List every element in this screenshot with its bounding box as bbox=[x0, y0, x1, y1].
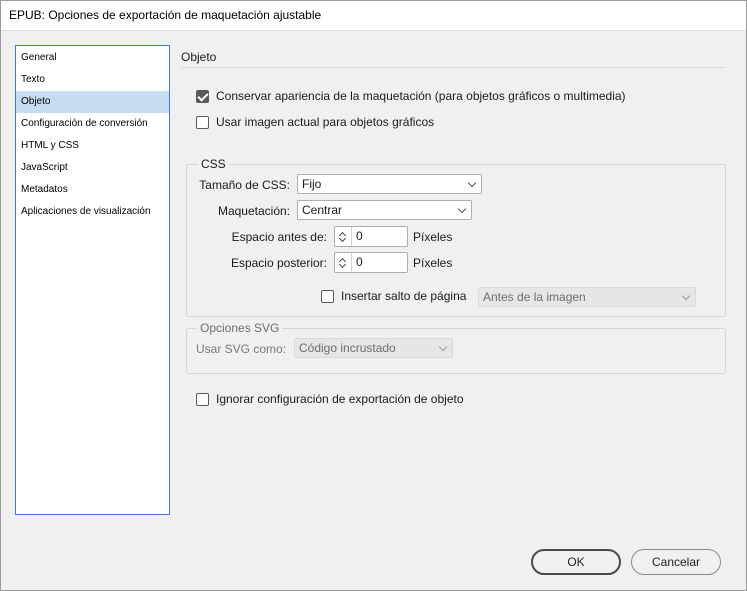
ignore-export-label: Ignorar configuración de exportación de … bbox=[216, 392, 464, 406]
preserve-appearance-option[interactable]: Conservar apariencia de la maquetación (… bbox=[196, 89, 626, 103]
chevron-down-icon bbox=[681, 291, 691, 301]
layout-value: Centrar bbox=[302, 203, 343, 217]
svg-use-as-label: Usar SVG como: bbox=[196, 342, 287, 356]
ignore-export-checkbox[interactable] bbox=[196, 392, 209, 406]
preserve-appearance-label: Conservar apariencia de la maquetación (… bbox=[216, 89, 626, 103]
space-before-label: Espacio antes de: bbox=[231, 230, 327, 244]
page-break-checkbox[interactable] bbox=[321, 289, 334, 303]
space-after-value[interactable]: 0 bbox=[352, 253, 363, 272]
use-current-image-checkbox[interactable] bbox=[196, 115, 209, 129]
css-size-select[interactable]: Fijo bbox=[297, 174, 482, 194]
sidebar-item-configuracion-conversion[interactable]: Configuración de conversión bbox=[16, 113, 169, 135]
sidebar-item-html-css[interactable]: HTML y CSS bbox=[16, 135, 169, 157]
space-after-label: Espacio posterior: bbox=[230, 256, 327, 270]
space-after-stepper[interactable]: 0 bbox=[334, 252, 408, 273]
css-size-label: Tamaño de CSS: bbox=[199, 178, 290, 192]
page-break-option[interactable]: Insertar salto de página bbox=[321, 289, 466, 303]
sidebar-item-metadatos[interactable]: Metadatos bbox=[16, 179, 169, 201]
svg-group-legend: Opciones SVG bbox=[197, 321, 283, 335]
sidebar-item-texto[interactable]: Texto bbox=[16, 69, 169, 91]
page-break-value: Antes de la imagen bbox=[483, 290, 586, 304]
page-break-select[interactable]: Antes de la imagen bbox=[478, 287, 696, 307]
use-current-image-label: Usar imagen actual para objetos gráficos bbox=[216, 115, 435, 129]
window-title: EPUB: Opciones de exportación de maqueta… bbox=[0, 0, 747, 31]
chevron-down-icon bbox=[438, 342, 448, 352]
css-group-legend: CSS bbox=[198, 157, 229, 171]
sidebar-item-aplicaciones-visualizacion[interactable]: Aplicaciones de visualización bbox=[16, 201, 169, 223]
ignore-export-option[interactable]: Ignorar configuración de exportación de … bbox=[196, 392, 464, 406]
cancel-button[interactable]: Cancelar bbox=[631, 549, 721, 575]
use-current-image-option[interactable]: Usar imagen actual para objetos gráficos bbox=[196, 115, 434, 129]
section-divider bbox=[181, 67, 726, 68]
sidebar-item-objeto[interactable]: Objeto bbox=[16, 91, 169, 113]
layout-label: Maquetación: bbox=[217, 204, 290, 218]
sidebar-item-javascript[interactable]: JavaScript bbox=[16, 157, 169, 179]
page-break-label: Insertar salto de página bbox=[341, 289, 467, 303]
ok-button[interactable]: OK bbox=[531, 549, 621, 575]
svg-use-as-value: Código incrustado bbox=[299, 341, 396, 355]
stepper-arrows-icon[interactable] bbox=[335, 227, 352, 246]
stepper-arrows-icon[interactable] bbox=[335, 253, 352, 272]
section-title: Objeto bbox=[181, 50, 217, 64]
svg-use-as-select[interactable]: Código incrustado bbox=[294, 338, 453, 358]
space-before-value[interactable]: 0 bbox=[352, 227, 363, 246]
preserve-appearance-checkbox[interactable] bbox=[196, 89, 209, 103]
category-list[interactable]: General Texto Objeto Configuración de co… bbox=[15, 45, 170, 515]
sidebar-item-general[interactable]: General bbox=[16, 47, 169, 69]
css-size-value: Fijo bbox=[302, 177, 322, 191]
chevron-down-icon bbox=[457, 204, 467, 214]
space-after-unit: Píxeles bbox=[413, 256, 453, 270]
space-before-unit: Píxeles bbox=[413, 230, 453, 244]
layout-select[interactable]: Centrar bbox=[297, 200, 472, 220]
chevron-down-icon bbox=[467, 178, 477, 188]
space-before-stepper[interactable]: 0 bbox=[334, 226, 408, 247]
